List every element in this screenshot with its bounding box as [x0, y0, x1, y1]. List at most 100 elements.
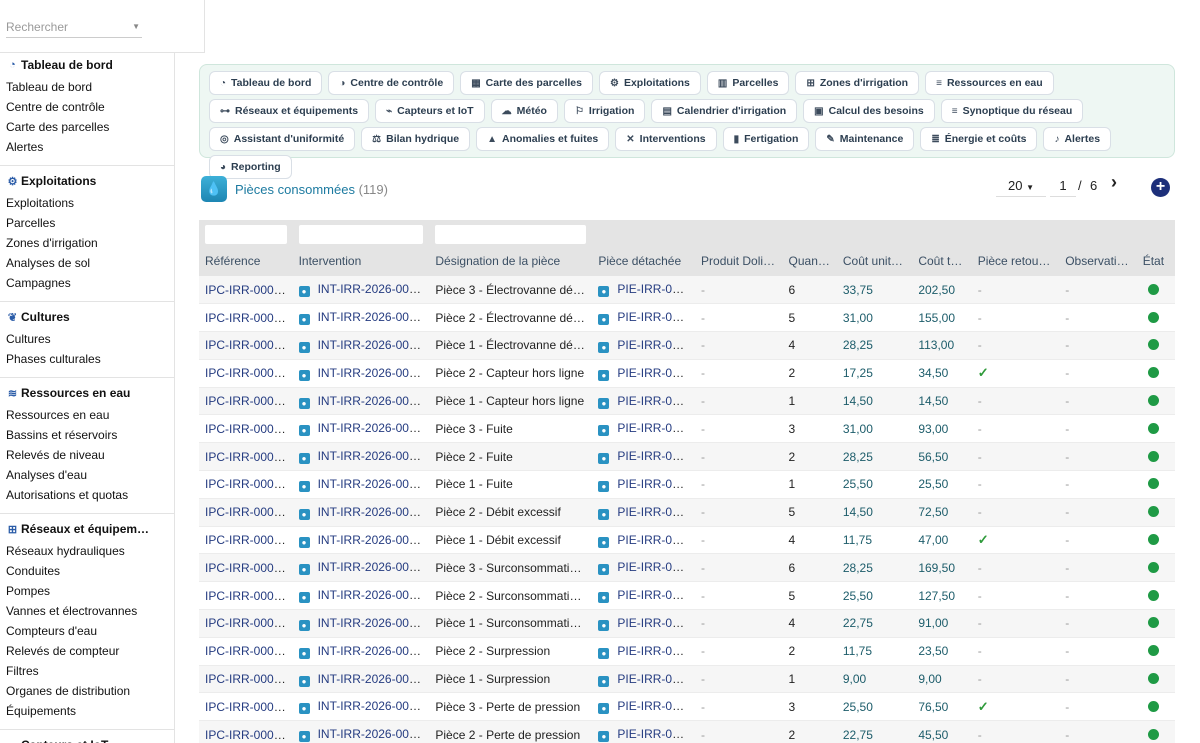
sidebar-item[interactable]: Analyses d'eau: [0, 465, 174, 485]
nav-button[interactable]: ▲ Anomalies et fuites: [476, 127, 610, 151]
sidebar-item[interactable]: Relevés de niveau: [0, 445, 174, 465]
sidebar-item[interactable]: Relevés de compteur: [0, 641, 174, 661]
piece-link[interactable]: PIE-IRR-0003: [617, 421, 692, 435]
reference-link[interactable]: IPC-IRR-000111: [205, 505, 292, 519]
sidebar-section-title[interactable]: ❦ Cultures: [0, 308, 174, 326]
reference-link[interactable]: IPC-IRR-000107: [205, 616, 293, 630]
table-row[interactable]: IPC-IRR-000114 ● INT-IRR-2026-00069 Pièce 3…: [199, 414, 1175, 444]
sidebar-item[interactable]: Vannes et électrovannes: [0, 601, 174, 621]
reference-link[interactable]: IPC-IRR-000112: [205, 477, 293, 491]
column-header[interactable]: Quantité: [782, 246, 837, 276]
search-input[interactable]: Rechercher ▼: [6, 18, 142, 38]
nav-button[interactable]: ⚐ Irrigation: [563, 99, 646, 123]
table-row[interactable]: IPC-IRR-000109 ● INT-IRR-2026-00067 Pièce 3…: [199, 553, 1175, 583]
piece-link[interactable]: PIE-IRR-0009: [617, 672, 692, 686]
nav-button[interactable]: ⊶ Réseaux et équipements: [209, 99, 370, 123]
table-row[interactable]: IPC-IRR-000111 ● INT-IRR-2026-00068 Pièce 2…: [199, 498, 1175, 527]
nav-button[interactable]: ♪ Alertes: [1043, 127, 1112, 151]
nav-button[interactable]: ≡ Ressources en eau: [925, 71, 1054, 95]
piece-link[interactable]: PIE-IRR-0012: [617, 282, 692, 296]
sidebar-item[interactable]: Centre de contrôle: [0, 97, 174, 117]
reference-link[interactable]: IPC-IRR-000117: [205, 338, 293, 352]
table-row[interactable]: IPC-IRR-000117 ● INT-IRR-2026-00071 Pièce 1…: [199, 331, 1175, 360]
sidebar-item[interactable]: Tableau de bord: [0, 77, 174, 97]
nav-button[interactable]: ⊞ Zones d'irrigation: [795, 71, 920, 95]
sidebar-item[interactable]: Alertes: [0, 137, 174, 157]
intervention-link[interactable]: INT-IRR-2026-00068: [318, 505, 429, 519]
piece-link[interactable]: PIE-IRR-0011: [617, 310, 691, 324]
piece-link[interactable]: PIE-IRR-0002: [617, 449, 692, 463]
intervention-link[interactable]: INT-IRR-2026-00068: [318, 533, 429, 547]
sidebar-item[interactable]: Parcelles: [0, 213, 174, 233]
sidebar-item[interactable]: Pompes: [0, 581, 174, 601]
sidebar-item[interactable]: Équipements: [0, 701, 174, 721]
table-row[interactable]: IPC-IRR-000119 ● INT-IRR-2026-00071 Pièce 3…: [199, 276, 1175, 305]
reference-link[interactable]: IPC-IRR-000103: [205, 728, 293, 742]
filter-intervention-input[interactable]: [298, 224, 424, 244]
nav-button[interactable]: ▦ Carte des parcelles: [460, 71, 593, 95]
table-row[interactable]: IPC-IRR-000103 ● INT-IRR-2026-00065 Pièce 2…: [199, 720, 1175, 743]
table-row[interactable]: IPC-IRR-000118 ● INT-IRR-2026-00071 Pièce 2…: [199, 303, 1175, 333]
intervention-link[interactable]: INT-IRR-2026-00066: [318, 672, 429, 686]
sidebar-section-title[interactable]: ⊞ Réseaux et équipem…: [0, 520, 174, 538]
column-header[interactable]: Référence: [199, 246, 293, 276]
piece-link[interactable]: PIE-IRR-0004: [617, 727, 692, 741]
sidebar-item[interactable]: Campagnes: [0, 273, 174, 293]
sidebar-item[interactable]: Cultures: [0, 329, 174, 349]
nav-button[interactable]: ☁ Météo: [490, 99, 558, 123]
table-row[interactable]: IPC-IRR-000115 ● INT-IRR-2026-00070 Pièce 1…: [199, 387, 1175, 416]
intervention-link[interactable]: INT-IRR-2026-00069: [318, 421, 429, 435]
reference-link[interactable]: IPC-IRR-000118: [205, 311, 293, 325]
table-row[interactable]: IPC-IRR-000107 ● INT-IRR-2026-00067 Pièce 1…: [199, 609, 1175, 638]
page-size-select[interactable]: 20 ▼: [996, 175, 1046, 197]
intervention-link[interactable]: INT-IRR-2026-00067: [318, 560, 429, 574]
sidebar-item[interactable]: Ressources en eau: [0, 405, 174, 425]
column-header[interactable]: Désignation de la pièce: [429, 246, 593, 276]
sidebar-item[interactable]: Analyses de sol: [0, 253, 174, 273]
next-page-icon[interactable]: ›: [1111, 172, 1117, 193]
intervention-link[interactable]: INT-IRR-2026-00071: [318, 282, 429, 296]
sidebar-item[interactable]: Organes de distribution: [0, 681, 174, 701]
intervention-link[interactable]: INT-IRR-2026-00070: [318, 366, 429, 380]
piece-link[interactable]: PIE-IRR-0005: [617, 699, 692, 713]
add-record-button[interactable]: +: [1151, 178, 1170, 197]
table-row[interactable]: IPC-IRR-000105 ● INT-IRR-2026-00066 Pièce 1…: [199, 665, 1175, 694]
intervention-link[interactable]: INT-IRR-2026-00067: [318, 616, 429, 630]
sidebar-item[interactable]: Phases culturales: [0, 349, 174, 369]
nav-button[interactable]: ◔ Tableau de bord: [209, 71, 323, 95]
intervention-link[interactable]: INT-IRR-2026-00070: [318, 394, 429, 408]
nav-button[interactable]: ◑ Centre de contrôle: [328, 71, 455, 95]
column-header[interactable]: État: [1136, 246, 1175, 276]
sidebar-item[interactable]: Zones d'irrigation: [0, 233, 174, 253]
piece-link[interactable]: PIE-IRR-0010: [617, 338, 692, 352]
table-row[interactable]: IPC-IRR-000113 ● INT-IRR-2026-00069 Pièce 2…: [199, 442, 1175, 472]
column-header[interactable]: Intervention: [292, 246, 430, 276]
sidebar-item[interactable]: Filtres: [0, 661, 174, 681]
reference-link[interactable]: IPC-IRR-000119: [205, 283, 293, 297]
reference-link[interactable]: IPC-IRR-000104: [205, 700, 293, 714]
piece-link[interactable]: PIE-IRR-0019: [617, 505, 692, 519]
intervention-link[interactable]: INT-IRR-2026-00067: [318, 588, 429, 602]
reference-link[interactable]: IPC-IRR-000105: [205, 672, 293, 686]
nav-button[interactable]: ⚖ Bilan hydrique: [361, 127, 471, 151]
table-row[interactable]: IPC-IRR-000110 ● INT-IRR-2026-00068 Pièce 1…: [199, 526, 1175, 555]
table-row[interactable]: IPC-IRR-000116 ● INT-IRR-2026-00070 Pièce 2…: [199, 359, 1175, 388]
sidebar-item[interactable]: Autorisations et quotas: [0, 485, 174, 505]
current-page-input[interactable]: 1: [1050, 175, 1076, 197]
sidebar-item[interactable]: Carte des parcelles: [0, 117, 174, 137]
nav-button[interactable]: ▣ Calcul des besoins: [803, 99, 935, 123]
table-row[interactable]: IPC-IRR-000108 ● INT-IRR-2026-00067 Pièce 2…: [199, 581, 1175, 611]
sidebar-section-title[interactable]: ⚙ Exploitations: [0, 172, 174, 190]
piece-link[interactable]: PIE-IRR-0013: [617, 588, 692, 602]
intervention-link[interactable]: INT-IRR-2026-00069: [318, 477, 429, 491]
reference-link[interactable]: IPC-IRR-000116: [205, 366, 293, 380]
column-header[interactable]: Produit Dolib…: [695, 246, 783, 276]
column-header[interactable]: Coût total: [912, 246, 972, 276]
sidebar-section-title[interactable]: ≋ Ressources en eau: [0, 384, 174, 402]
reference-link[interactable]: IPC-IRR-000113: [205, 450, 293, 464]
column-header[interactable]: Coût unitaire: [836, 246, 913, 276]
chevron-down-icon[interactable]: ▼: [132, 22, 140, 31]
nav-button[interactable]: ▤ Calendrier d'irrigation: [651, 99, 798, 123]
column-header[interactable]: Pièce retour…: [971, 246, 1060, 276]
sidebar-item[interactable]: Exploitations: [0, 193, 174, 213]
